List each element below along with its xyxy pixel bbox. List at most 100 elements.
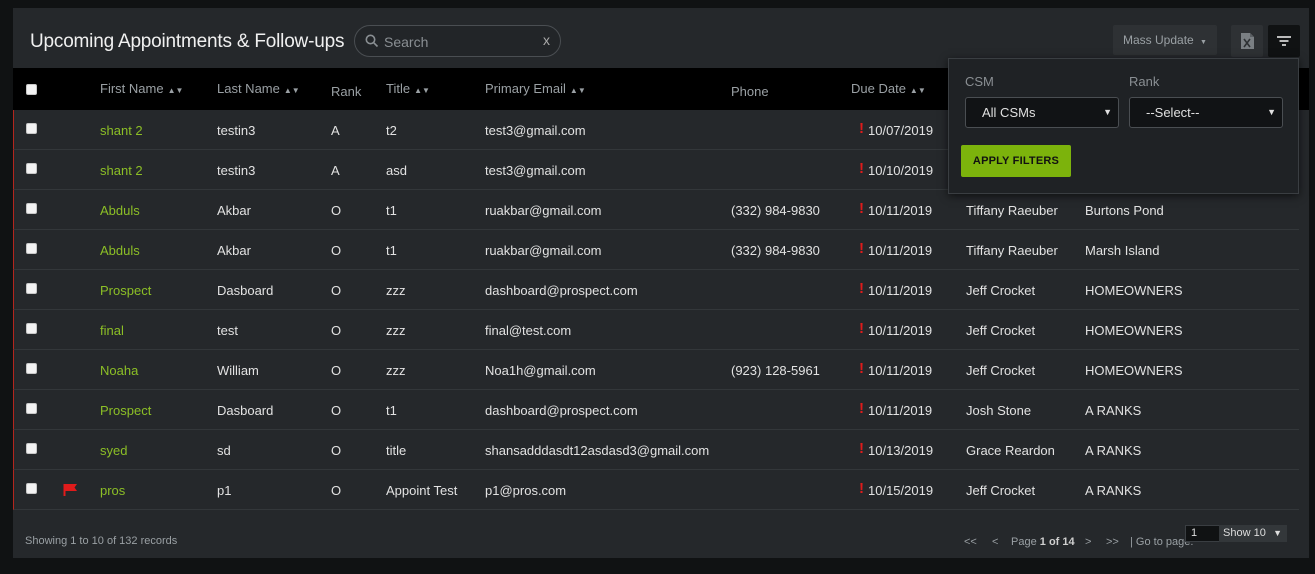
chevron-down-icon: ▼ xyxy=(1200,39,1207,46)
row-checkbox[interactable] xyxy=(26,323,37,334)
page-current: 1 of 14 xyxy=(1039,536,1075,548)
flag-icon[interactable] xyxy=(63,483,79,497)
column-rank: Rank xyxy=(331,84,362,99)
page-size-select[interactable]: Show 10 ▼ xyxy=(1219,525,1287,542)
search-input[interactable] xyxy=(384,32,534,52)
last-name-cell: Dasboard xyxy=(217,403,274,418)
row-checkbox[interactable] xyxy=(26,203,37,214)
column-label: Title xyxy=(386,81,411,96)
row-checkbox[interactable] xyxy=(26,403,37,414)
prev-page-button[interactable]: < xyxy=(992,536,998,548)
rank-select[interactable]: --Select-- ▼ xyxy=(1129,97,1283,128)
search-box[interactable]: x xyxy=(354,25,561,57)
first-name-link[interactable]: syed xyxy=(100,443,127,458)
last-name-cell: Akbar xyxy=(217,243,251,258)
column-due-date[interactable]: Due Date ▲▼ xyxy=(851,81,926,96)
table-row[interactable]: pros p1 O Appoint Test p1@pros.com ! 10/… xyxy=(13,470,1299,510)
title-cell: t1 xyxy=(386,243,397,258)
first-name-link[interactable]: pros xyxy=(100,483,125,498)
table-row[interactable]: final test O zzz final@test.com ! 10/11/… xyxy=(13,310,1299,350)
csm-cell: Jeff Crocket xyxy=(966,363,1036,378)
mass-update-button[interactable]: Mass Update ▼ xyxy=(1113,25,1217,55)
first-name-link[interactable]: shant 2 xyxy=(100,163,143,178)
first-name-link[interactable]: Abduls xyxy=(100,203,140,218)
excel-export-icon xyxy=(1241,33,1254,49)
column-first-name[interactable]: First Name ▲▼ xyxy=(100,81,183,96)
email-cell: shansadddasdt12asdasd3@gmail.com xyxy=(485,443,710,458)
filter-toggle-button[interactable] xyxy=(1268,25,1300,57)
company-cell: A RANKS xyxy=(1085,403,1142,418)
table-row[interactable]: Prospect Dasboard O t1 dashboard@prospec… xyxy=(13,390,1299,430)
due-date-cell: 10/10/2019 xyxy=(868,163,934,178)
filter-dropdown: CSM Rank All CSMs ▼ --Select-- ▼ APPLY F… xyxy=(948,58,1299,194)
email-cell: ruakbar@gmail.com xyxy=(485,243,602,258)
last-name-cell: Akbar xyxy=(217,203,251,218)
exclamation-icon: ! xyxy=(859,200,864,217)
mass-update-label: Mass Update xyxy=(1123,33,1194,47)
select-all-checkbox[interactable] xyxy=(26,84,37,95)
search-icon xyxy=(365,34,379,48)
sort-icon[interactable]: ▲▼ xyxy=(168,86,184,95)
page-title: Upcoming Appointments & Follow-ups xyxy=(30,31,345,52)
table-row[interactable]: Abduls Akbar O t1 ruakbar@gmail.com (332… xyxy=(13,230,1299,270)
due-date-cell: 10/11/2019 xyxy=(868,203,933,218)
last-page-button[interactable]: >> xyxy=(1106,536,1119,548)
row-checkbox[interactable] xyxy=(26,163,37,174)
clear-search-button[interactable]: x xyxy=(543,32,550,48)
title-cell: zzz xyxy=(386,323,406,338)
csm-select[interactable]: All CSMs ▼ xyxy=(965,97,1119,128)
sort-icon[interactable]: ▲▼ xyxy=(414,86,430,95)
first-name-link[interactable]: Noaha xyxy=(100,363,138,378)
rank-cell: O xyxy=(331,243,342,258)
column-label: Due Date xyxy=(851,81,906,96)
table-row[interactable]: syed sd O title shansadddasdt12asdasd3@g… xyxy=(13,430,1299,470)
column-primary-email[interactable]: Primary Email ▲▼ xyxy=(485,81,586,96)
chevron-down-icon: ▼ xyxy=(1267,107,1276,117)
due-date-cell: 10/11/2019 xyxy=(868,283,933,298)
due-date-cell: 10/11/2019 xyxy=(868,363,933,378)
rank-cell: O xyxy=(331,203,342,218)
title-cell: t2 xyxy=(386,123,397,138)
first-name-link[interactable]: shant 2 xyxy=(100,123,143,138)
exclamation-icon: ! xyxy=(859,440,864,457)
csm-cell: Grace Reardon xyxy=(966,443,1055,458)
email-cell: test3@gmail.com xyxy=(485,123,586,138)
sort-icon[interactable]: ▲▼ xyxy=(910,86,926,95)
page-prefix: Page xyxy=(1011,536,1037,548)
row-checkbox[interactable] xyxy=(26,483,37,494)
last-name-cell: p1 xyxy=(217,483,232,498)
exclamation-icon: ! xyxy=(859,120,864,137)
table-row[interactable]: Abduls Akbar O t1 ruakbar@gmail.com (332… xyxy=(13,190,1299,230)
first-name-link[interactable]: Prospect xyxy=(100,403,151,418)
next-page-button[interactable]: > xyxy=(1085,536,1091,548)
sort-icon[interactable]: ▲▼ xyxy=(284,86,300,95)
first-page-button[interactable]: << xyxy=(964,536,977,548)
table-row[interactable]: Prospect Dasboard O zzz dashboard@prospe… xyxy=(13,270,1299,310)
row-checkbox[interactable] xyxy=(26,363,37,374)
export-excel-button[interactable] xyxy=(1231,25,1263,57)
row-checkbox[interactable] xyxy=(26,443,37,454)
page-indicator: Page 1 of 14 xyxy=(1011,536,1075,548)
due-date-cell: 10/13/2019 xyxy=(868,443,934,458)
chevron-down-icon: ▼ xyxy=(1273,528,1282,538)
records-summary: Showing 1 to 10 of 132 records xyxy=(25,535,178,547)
last-name-cell: testin3 xyxy=(217,163,256,178)
row-checkbox[interactable] xyxy=(26,243,37,254)
rank-select-value: --Select-- xyxy=(1146,105,1200,120)
title-cell: t1 xyxy=(386,403,397,418)
sort-icon[interactable]: ▲▼ xyxy=(570,86,586,95)
column-last-name[interactable]: Last Name ▲▼ xyxy=(217,81,300,96)
first-name-link[interactable]: final xyxy=(100,323,124,338)
column-label: First Name xyxy=(100,81,164,96)
first-name-link[interactable]: Abduls xyxy=(100,243,140,258)
column-title[interactable]: Title ▲▼ xyxy=(386,81,430,96)
first-name-link[interactable]: Prospect xyxy=(100,283,151,298)
apply-filters-button[interactable]: APPLY FILTERS xyxy=(961,145,1071,177)
rank-cell: O xyxy=(331,483,342,498)
last-name-cell: testin3 xyxy=(217,123,256,138)
row-checkbox[interactable] xyxy=(26,283,37,294)
table-row[interactable]: Noaha William O zzz Noa1h@gmail.com (923… xyxy=(13,350,1299,390)
chevron-down-icon: ▼ xyxy=(1103,107,1112,117)
rank-cell: O xyxy=(331,443,342,458)
row-checkbox[interactable] xyxy=(26,123,37,134)
